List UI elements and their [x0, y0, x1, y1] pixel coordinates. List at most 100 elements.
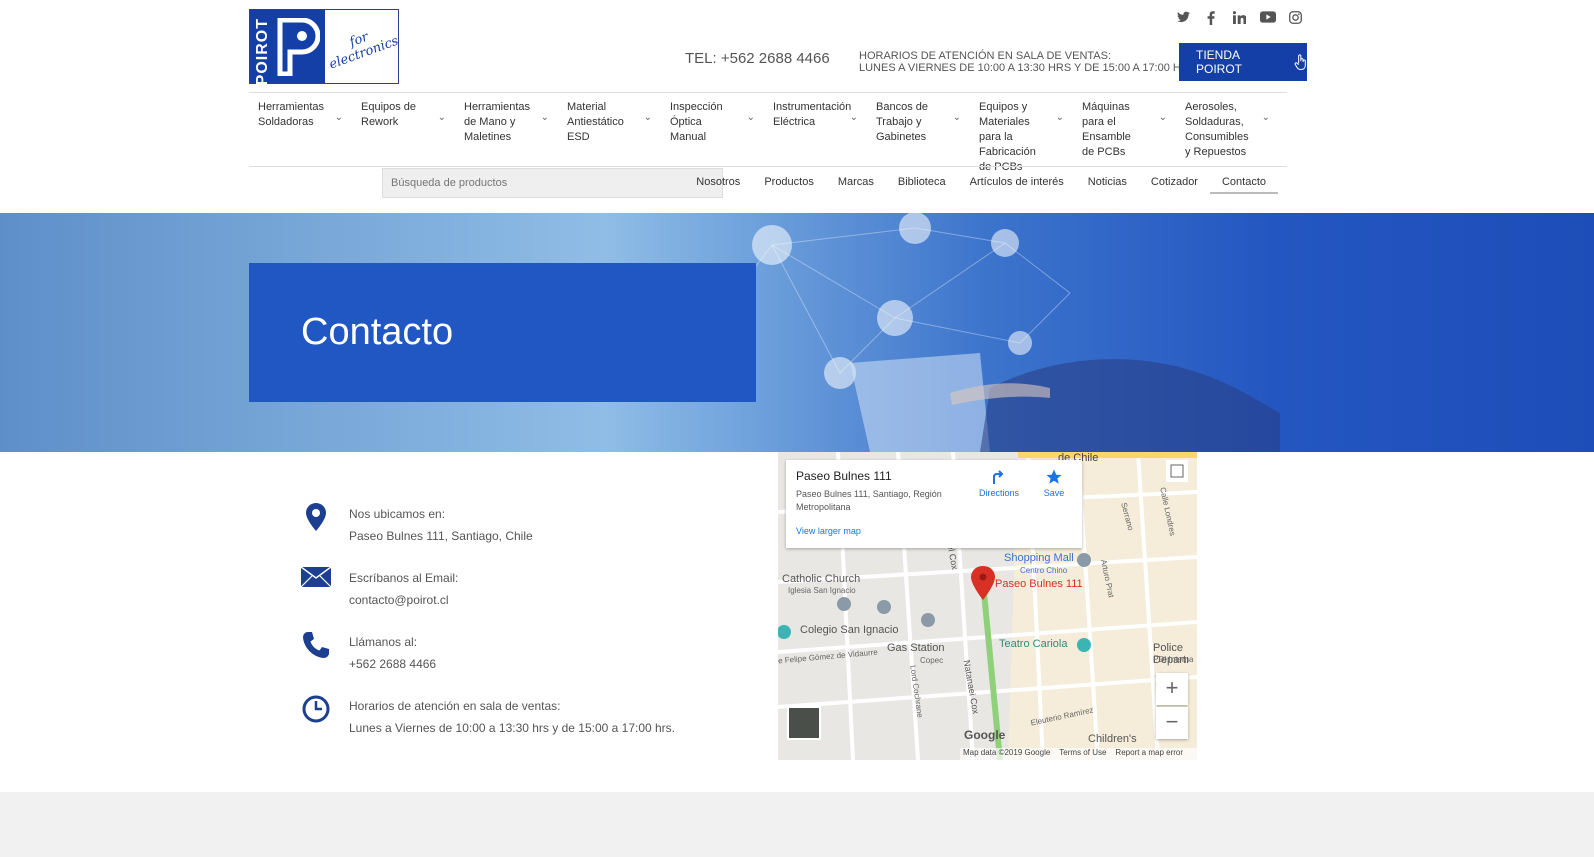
contact-location-label: Nos ubicamos en:: [349, 507, 446, 521]
cat-label: Instrumentación Eléctrica: [773, 101, 852, 128]
nav-divider: [249, 166, 1287, 167]
cat-label: Equipos y Materiales para la Fabricación…: [979, 101, 1036, 173]
instagram-icon[interactable]: [1288, 11, 1302, 27]
cat-label: Bancos de Trabajo y Gabinetes: [876, 101, 928, 143]
secondary-nav: Nosotros Productos Marcas Biblioteca Art…: [684, 176, 1278, 194]
cat-materiales-pcb[interactable]: Equipos y Materiales para la Fabricación…: [970, 96, 1073, 175]
view-larger-map-link[interactable]: View larger map: [796, 526, 861, 536]
nav-cotizador[interactable]: Cotizador: [1139, 176, 1210, 194]
cat-label: Aerosoles, Soldaduras, Consumibles y Rep…: [1185, 101, 1249, 158]
chevron-down-icon: ⌄: [1261, 112, 1270, 123]
directions-button[interactable]: Directions: [976, 468, 1022, 498]
contact-hours: Horarios de atención en sala de ventas: …: [301, 695, 675, 739]
category-nav: Herramientas Soldadoras ⌄ Equipos de Rewo…: [249, 96, 1289, 175]
chevron-down-icon: ⌄: [1055, 112, 1064, 123]
footer-band: [0, 792, 1594, 857]
contact-phone-text: Llámanos al: +562 2688 4466: [349, 631, 436, 675]
tienda-poirot-button[interactable]: TIENDA POIROT: [1179, 43, 1307, 81]
chevron-down-icon: ⌄: [643, 112, 652, 123]
cat-label: Inspección Óptica Manual: [670, 101, 723, 143]
page-title: Contacto: [301, 311, 454, 353]
header-divider: [249, 92, 1287, 93]
cat-label: Máquinas para el Ensamble de PCBs: [1082, 101, 1131, 158]
map-place-card: Paseo Bulnes 111 Paseo Bulnes 111, Santi…: [786, 460, 1082, 548]
cat-equipos-rework[interactable]: Equipos de Rework ⌄: [352, 96, 455, 175]
nav-noticias[interactable]: Noticias: [1076, 176, 1139, 194]
twitter-icon[interactable]: [1176, 11, 1190, 27]
map-label: Colegio San Ignacio: [800, 624, 899, 636]
cat-label: Equipos de Rework: [361, 101, 417, 128]
map-terms-link[interactable]: Terms of Use: [1059, 748, 1106, 760]
map-place-title: Paseo Bulnes 111: [796, 469, 892, 483]
cat-herramientas-mano[interactable]: Herramientas de Mano y Maletines ⌄: [455, 96, 558, 175]
cat-bancos-trabajo[interactable]: Bancos de Trabajo y Gabinetes ⌄: [867, 96, 970, 175]
map-label: Iglesia San Ignacio: [788, 586, 856, 595]
hand-pointer-icon: [1294, 53, 1306, 70]
cat-maquinas-ensamble[interactable]: Máquinas para el Ensamble de PCBs ⌄: [1073, 96, 1176, 175]
chevron-down-icon: ⌄: [849, 112, 858, 123]
map-label: Gas Station: [887, 642, 945, 654]
nav-productos[interactable]: Productos: [752, 176, 826, 194]
header-hours-line1: HORARIOS DE ATENCIÓN EN SALA DE VENTAS:: [859, 50, 1112, 62]
map-label: Shopping Mall: [1004, 552, 1074, 564]
contact-hours-label: Horarios de atención en sala de ventas:: [349, 699, 561, 713]
directions-icon: [993, 470, 1004, 484]
facebook-icon[interactable]: [1204, 11, 1218, 27]
contact-phone-value[interactable]: +562 2688 4466: [349, 653, 436, 675]
nav-contacto[interactable]: Contacto: [1209, 176, 1278, 194]
nav-articulos[interactable]: Artículos de interés: [958, 176, 1076, 194]
map-label: PDI Interna: [1153, 655, 1194, 664]
contact-phone: Llámanos al: +562 2688 4466: [301, 631, 436, 675]
map-place-address: Paseo Bulnes 111, Santiago, Región Metro…: [796, 489, 942, 512]
contact-location-value: Paseo Bulnes 111, Santiago, Chile: [349, 529, 533, 543]
map-data-credit: Map data ©2019 Google: [963, 748, 1051, 757]
cat-label: Herramientas Soldadoras: [258, 101, 325, 128]
phone-icon: [301, 631, 331, 661]
chevron-down-icon: ⌄: [952, 112, 961, 123]
contact-email-value[interactable]: contacto@poirot.cl: [349, 589, 458, 611]
linkedin-icon[interactable]: [1232, 11, 1246, 27]
nav-biblioteca[interactable]: Biblioteca: [886, 176, 958, 194]
location-pin-icon: [301, 503, 331, 533]
contact-hours-text: Horarios de atención en sala de ventas: …: [349, 695, 675, 739]
chevron-down-icon: ⌄: [540, 112, 549, 123]
cat-herramientas-soldadoras[interactable]: Herramientas Soldadoras ⌄: [249, 96, 352, 175]
map-label: Teatro Cariola: [999, 638, 1068, 650]
map-label: Catholic Church: [782, 573, 861, 585]
cat-instrumentacion[interactable]: Instrumentación Eléctrica ⌄: [764, 96, 867, 175]
chevron-down-icon: ⌄: [746, 112, 755, 123]
header-hours-line2: LUNES A VIERNES DE 10:00 A 13:30 HRS Y D…: [859, 62, 1200, 74]
zoom-in-button[interactable]: +: [1156, 673, 1188, 705]
contact-email-text: Escríbanos al Email: contacto@poirot.cl: [349, 567, 458, 611]
contact-hours-value: Lunes a Viernes de 10:00 a 13:30 hrs y d…: [349, 721, 676, 735]
envelope-icon: [301, 567, 331, 597]
chevron-down-icon: ⌄: [334, 112, 343, 123]
logo-p-shape: [277, 18, 320, 76]
star-icon: [1046, 469, 1062, 484]
cat-label: Material Antiestático ESD: [567, 101, 624, 143]
map-label: Children's: [1088, 733, 1137, 745]
cat-aerosoles[interactable]: Aerosoles, Soldaduras, Consumibles y Rep…: [1176, 96, 1279, 175]
map-report-link[interactable]: Report a map error: [1115, 748, 1183, 760]
map-marker-label: Paseo Bulnes 111: [995, 578, 1083, 590]
save-label: Save: [1043, 488, 1065, 498]
cat-material-esd[interactable]: Material Antiestático ESD ⌄: [558, 96, 661, 175]
nav-marcas[interactable]: Marcas: [826, 176, 886, 194]
logo-tagline: for electronics: [327, 29, 401, 73]
map-attribution: Map data ©2019 Google Terms of Use Repor…: [960, 748, 1197, 760]
contact-location-text: Nos ubicamos en: Paseo Bulnes 111, Santi…: [349, 503, 533, 547]
clock-icon: [301, 695, 331, 725]
save-button[interactable]: Save: [1034, 468, 1074, 498]
nav-nosotros[interactable]: Nosotros: [684, 176, 752, 194]
poirot-logo[interactable]: POIROT for electronics: [249, 9, 400, 85]
map-label: Centro Chino: [1020, 566, 1068, 575]
header-telephone[interactable]: TEL: +562 2688 4466: [685, 50, 830, 67]
youtube-icon[interactable]: [1260, 11, 1276, 27]
cat-inspeccion-optica[interactable]: Inspección Óptica Manual ⌄: [661, 96, 764, 175]
chevron-down-icon: ⌄: [1158, 112, 1167, 123]
zoom-out-button[interactable]: −: [1156, 707, 1188, 739]
hero-banner: [0, 213, 1594, 452]
directions-label: Directions: [978, 488, 1019, 498]
product-search-input[interactable]: [382, 168, 723, 198]
contact-location: Nos ubicamos en: Paseo Bulnes 111, Santi…: [301, 503, 533, 547]
